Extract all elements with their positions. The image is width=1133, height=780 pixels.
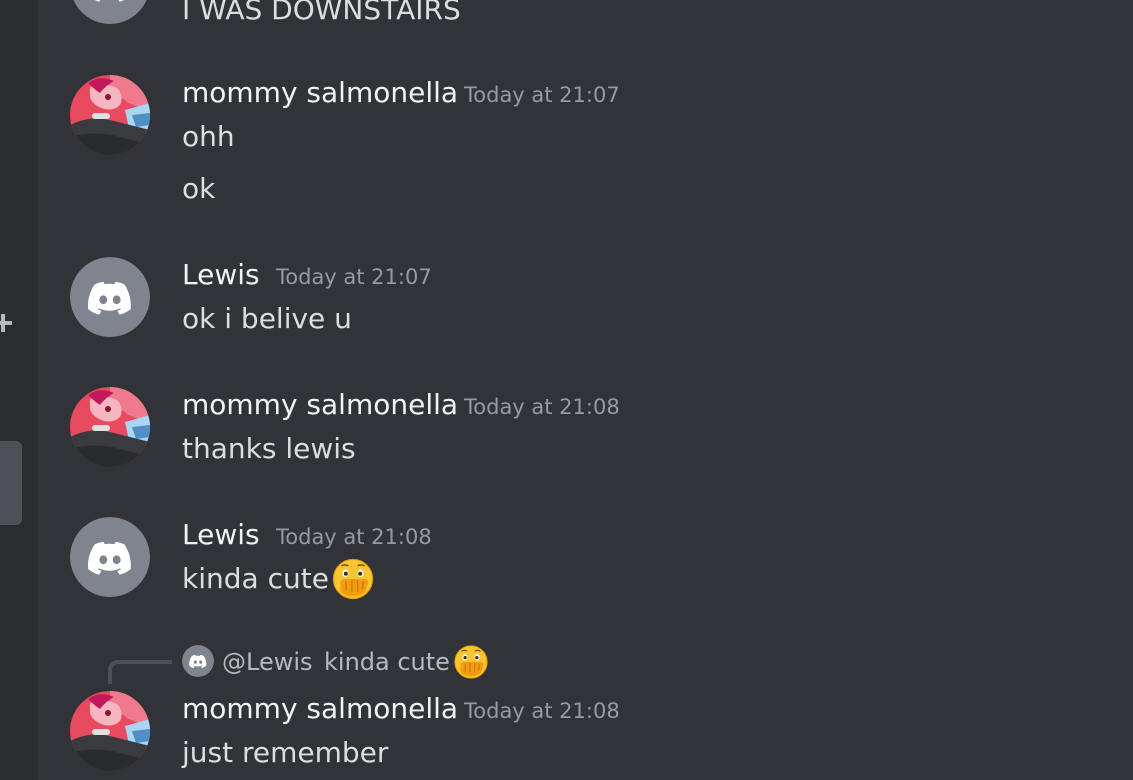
avatar[interactable] [70, 691, 150, 771]
message-text: ok [182, 172, 216, 205]
message-author[interactable]: Lewis [182, 521, 260, 549]
channel-sidebar-edge [0, 0, 38, 780]
discord-app: I WAS DOWNSTAIRS mommy salmonella Today … [0, 0, 1133, 780]
reply-avatar[interactable] [182, 645, 214, 677]
discord-logo-icon [70, 517, 150, 597]
message-author[interactable]: mommy salmonella [182, 79, 458, 107]
message-text: I WAS DOWNSTAIRS [182, 0, 461, 26]
message-timestamp[interactable]: Today at 21:07 [464, 85, 620, 106]
reply-preview-text[interactable]: kinda cute [324, 650, 450, 674]
message-text: kinda cute [182, 562, 329, 595]
message-text: thanks lewis [182, 432, 356, 465]
discord-logo-icon [182, 645, 214, 677]
profile-picture-icon [70, 75, 150, 155]
avatar[interactable] [70, 75, 150, 155]
avatar[interactable] [70, 257, 150, 337]
reply-connector [108, 660, 172, 684]
avatar[interactable] [70, 0, 150, 24]
sidebar-scrollbar[interactable] [0, 441, 22, 525]
discord-logo-icon [70, 0, 150, 24]
plus-icon[interactable] [0, 309, 14, 337]
message-text: ohh [182, 120, 235, 153]
chat-message-list: I WAS DOWNSTAIRS mommy salmonella Today … [38, 0, 1133, 780]
profile-picture-icon [70, 691, 150, 771]
message-text: just remember [182, 736, 389, 769]
message-timestamp[interactable]: Today at 21:08 [464, 397, 620, 418]
message-author[interactable]: mommy salmonella [182, 391, 458, 419]
avatar[interactable] [70, 387, 150, 467]
message-timestamp[interactable]: Today at 21:07 [276, 267, 432, 288]
reply-mention[interactable]: @Lewis [222, 650, 313, 674]
message-timestamp[interactable]: Today at 21:08 [464, 701, 620, 722]
face-with-open-eyes-and-hand-over-mouth-icon[interactable] [330, 556, 376, 602]
profile-picture-icon [70, 387, 150, 467]
message-author[interactable]: Lewis [182, 261, 260, 289]
face-with-open-eyes-and-hand-over-mouth-icon[interactable] [452, 643, 490, 681]
discord-logo-icon [70, 257, 150, 337]
message-timestamp[interactable]: Today at 21:08 [276, 527, 432, 548]
message-author[interactable]: mommy salmonella [182, 695, 458, 723]
message-text: ok i belive u [182, 302, 352, 335]
avatar[interactable] [70, 517, 150, 597]
